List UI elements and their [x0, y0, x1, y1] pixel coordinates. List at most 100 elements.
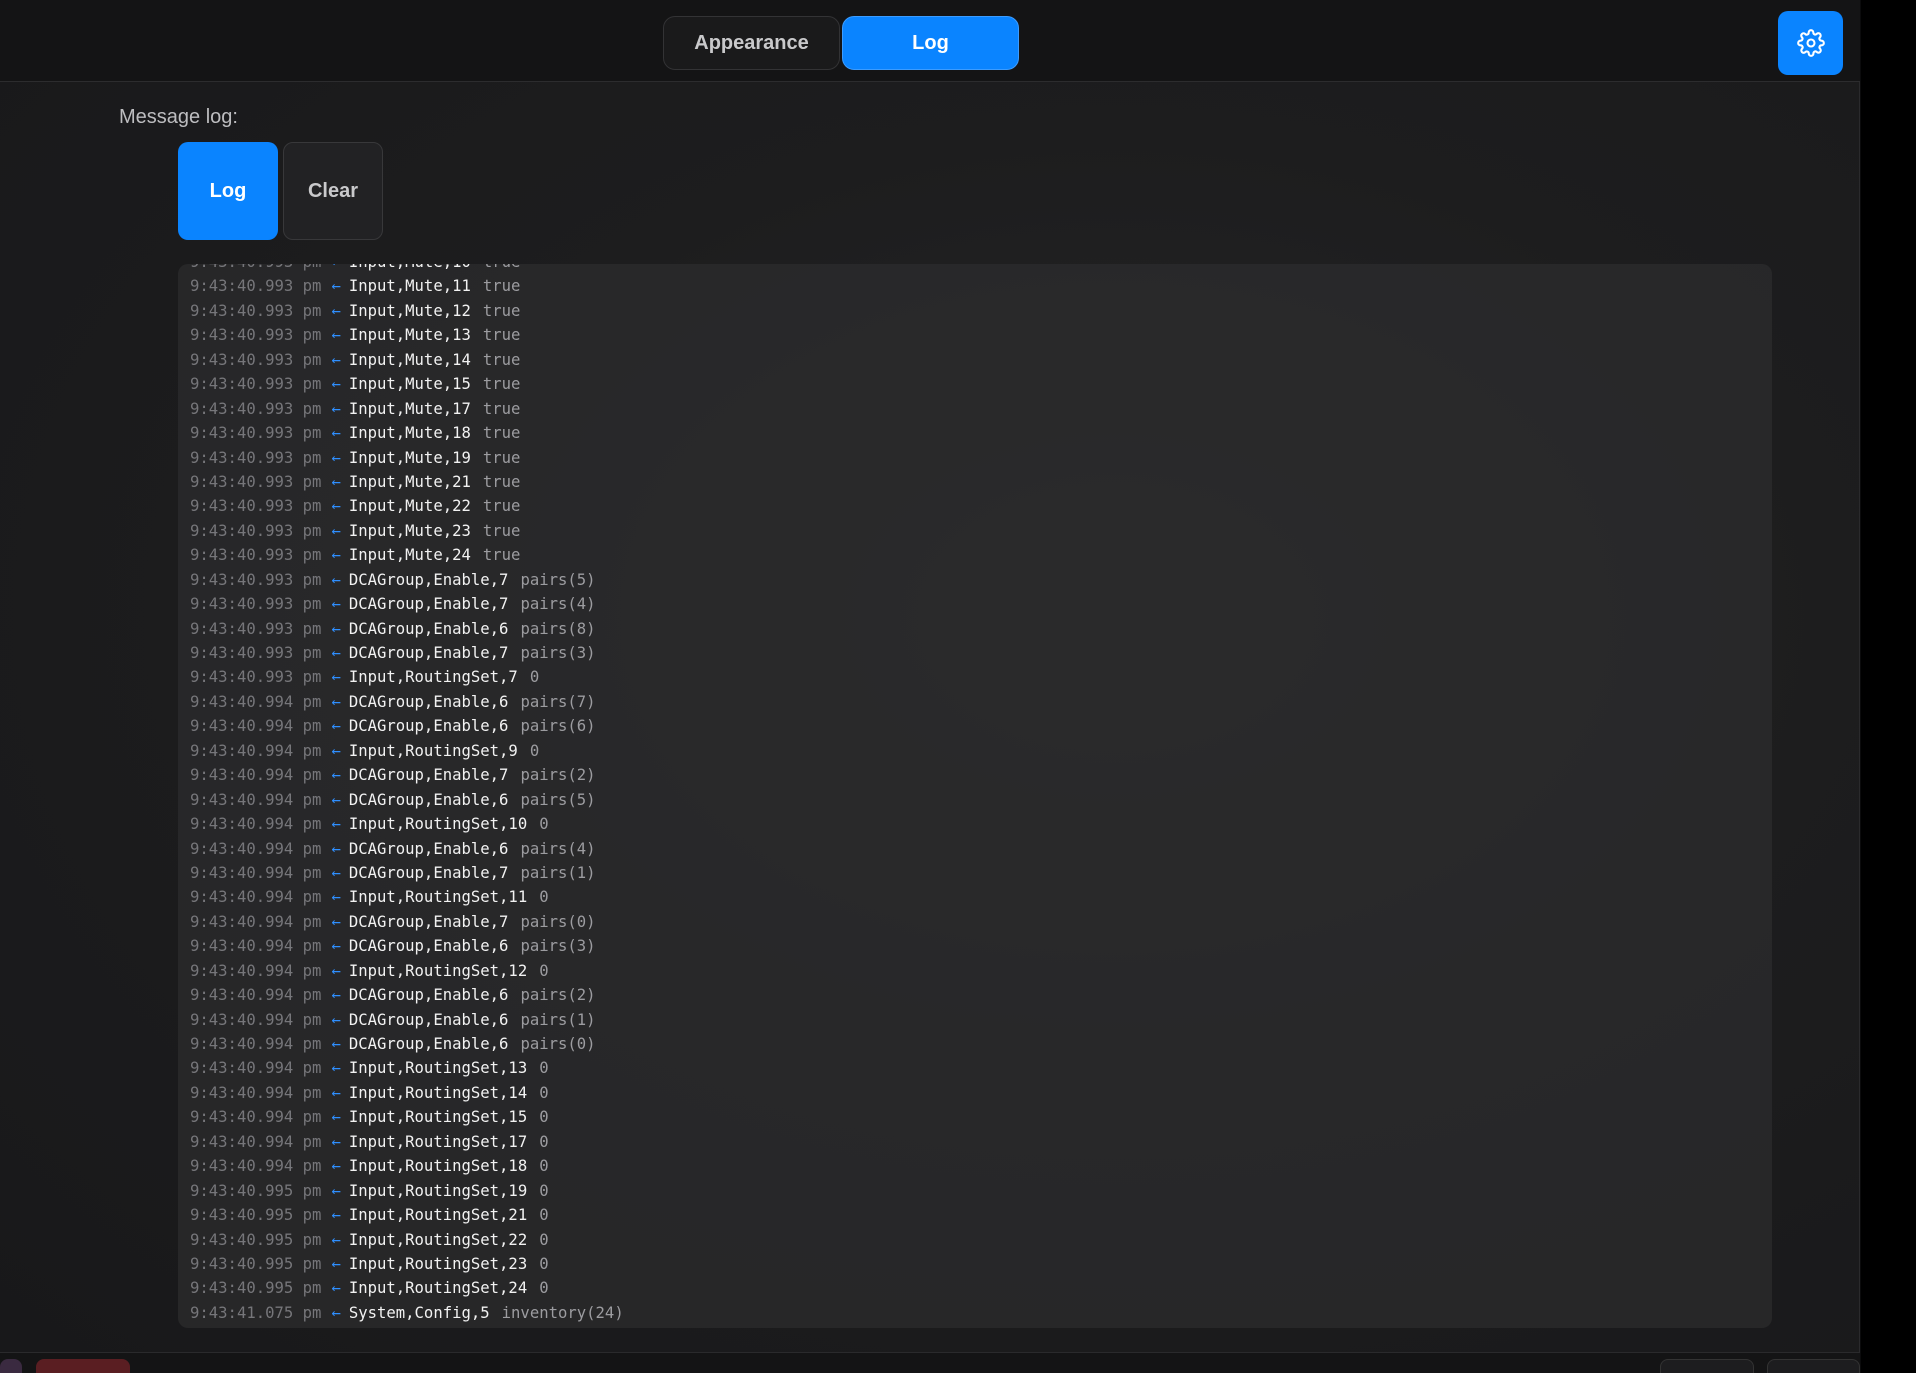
log-value: true — [482, 424, 521, 443]
log-value: true — [482, 448, 521, 467]
log-line: 9:43:40.994 pm ← Input,RoutingSet,18 0 — [190, 1154, 1772, 1178]
log-value: true — [482, 472, 521, 491]
log-value: pairs(8) — [520, 619, 596, 638]
log-value: 0 — [529, 668, 540, 687]
log-message: DCAGroup,Enable,7 — [348, 595, 509, 614]
log-timestamp: 9:43:40.993 pm — [190, 472, 322, 491]
bottom-bar — [0, 1352, 1860, 1373]
tab-log[interactable]: Log — [842, 16, 1019, 70]
log-line: 9:43:40.993 pm ← Input,Mute,13 true — [190, 323, 1772, 347]
log-value: pairs(2) — [520, 986, 596, 1005]
incoming-arrow-icon: ← — [331, 1010, 341, 1029]
tab-appearance[interactable]: Appearance — [663, 16, 840, 70]
incoming-arrow-icon: ← — [331, 326, 341, 345]
log-message: DCAGroup,Enable,7 — [348, 766, 509, 785]
log-value: pairs(3) — [520, 644, 596, 662]
tab-bar: Appearance Log — [663, 16, 1019, 70]
incoming-arrow-icon: ← — [331, 1059, 341, 1078]
log-line: 9:43:40.994 pm ← Input,RoutingSet,13 0 — [190, 1056, 1772, 1080]
incoming-arrow-icon: ← — [331, 399, 341, 418]
incoming-arrow-icon: ← — [331, 1181, 341, 1200]
log-timestamp: 9:43:40.994 pm — [190, 717, 322, 736]
incoming-arrow-icon: ← — [331, 1083, 341, 1102]
log-button[interactable]: Log — [178, 142, 278, 240]
incoming-arrow-icon: ← — [331, 497, 341, 516]
bottom-tab[interactable] — [1767, 1359, 1860, 1373]
incoming-arrow-icon: ← — [331, 912, 341, 931]
incoming-arrow-icon: ← — [331, 375, 341, 394]
log-line: 9:43:40.993 pm ← DCAGroup,Enable,7 pairs(3) — [190, 641, 1772, 665]
log-value: true — [482, 546, 521, 565]
log-timestamp: 9:43:40.994 pm — [190, 1108, 322, 1127]
log-line: 9:43:40.994 pm ← Input,RoutingSet,14 0 — [190, 1081, 1772, 1105]
log-message: DCAGroup,Enable,6 — [348, 1035, 509, 1053]
log-value: 0 — [539, 1132, 549, 1151]
log-timestamp: 9:43:40.994 pm — [190, 1059, 322, 1078]
incoming-arrow-icon: ← — [331, 521, 341, 540]
incoming-arrow-icon: ← — [331, 863, 341, 882]
log-timestamp: 9:43:40.994 pm — [190, 839, 322, 858]
log-value: true — [482, 521, 521, 540]
log-message: Input,Mute,19 — [348, 448, 471, 467]
log-line: 9:43:40.994 pm ← DCAGroup,Enable,7 pairs(0) — [190, 910, 1772, 934]
log-value: true — [482, 399, 521, 418]
incoming-arrow-icon: ← — [331, 717, 341, 736]
log-timestamp: 9:43:40.994 pm — [190, 766, 322, 785]
log-line: 9:43:40.993 pm ← Input,Mute,15 true — [190, 372, 1772, 396]
message-log-panel[interactable]: 9:43:40.993 pm←Input,Mute,10true9:43:40.… — [178, 264, 1772, 1328]
incoming-arrow-icon: ← — [331, 1132, 341, 1151]
log-message: Input,RoutingSet,11 — [348, 888, 528, 907]
incoming-arrow-icon: ← — [331, 448, 341, 467]
log-line: 9:43:40.993 pm ← Input,Mute,17 true — [190, 397, 1772, 421]
incoming-arrow-icon: ← — [331, 766, 341, 785]
log-message: DCAGroup,Enable,6 — [348, 1010, 509, 1029]
log-value: 0 — [539, 1206, 549, 1225]
log-message: DCAGroup,Enable,6 — [348, 692, 509, 711]
log-timestamp: 9:43:40.994 pm — [190, 692, 322, 711]
bottom-tab[interactable] — [0, 1359, 22, 1373]
log-message: Input,RoutingSet,9 — [348, 741, 518, 760]
log-message: Input,RoutingSet,19 — [348, 1181, 528, 1200]
log-line: 9:43:40.993 pm ← DCAGroup,Enable,7 pairs(4) — [190, 592, 1772, 616]
log-line: 9:43:40.993 pm ← Input,Mute,23 true — [190, 519, 1772, 543]
log-message: Input,Mute,13 — [348, 326, 471, 345]
log-value: true — [482, 497, 521, 516]
log-line: 9:43:40.994 pm ← DCAGroup,Enable,6 pairs(6) — [190, 714, 1772, 738]
log-timestamp: 9:43:40.993 pm — [190, 277, 322, 296]
log-line: 9:43:40.994 pm ← DCAGroup,Enable,6 pairs(5) — [190, 788, 1772, 812]
log-message: DCAGroup,Enable,6 — [348, 790, 509, 809]
log-timestamp: 9:43:40.993 pm — [190, 326, 322, 345]
log-timestamp: 9:43:40.993 pm — [190, 570, 322, 589]
log-line: 9:43:40.994 pm ← DCAGroup,Enable,7 pairs(1) — [190, 861, 1772, 885]
log-timestamp: 9:43:40.995 pm — [190, 1206, 322, 1225]
log-value: true — [482, 277, 521, 296]
log-line: 9:43:40.993 pm ← Input,Mute,21 true — [190, 470, 1772, 494]
log-message: Input,Mute,15 — [348, 375, 471, 394]
bottom-tab[interactable] — [36, 1359, 130, 1373]
log-value: 0 — [539, 1083, 549, 1102]
incoming-arrow-icon: ← — [331, 595, 341, 614]
bottom-tab[interactable] — [1660, 1359, 1754, 1373]
log-timestamp: 9:43:40.993 pm — [190, 668, 322, 687]
message-log-list: 9:43:40.993 pm←Input,Mute,10true9:43:40.… — [190, 264, 1772, 1325]
log-line: 9:43:40.995 pm ← Input,RoutingSet,21 0 — [190, 1203, 1772, 1227]
log-timestamp: 9:43:40.993 pm — [190, 497, 322, 516]
log-timestamp: 9:43:40.993 pm — [190, 350, 322, 369]
log-message: DCAGroup,Enable,6 — [348, 937, 509, 956]
log-value: true — [482, 350, 521, 369]
log-timestamp: 9:43:40.993 pm — [190, 595, 322, 614]
log-message: Input,RoutingSet,15 — [348, 1108, 528, 1127]
log-value: 0 — [539, 1279, 549, 1298]
clear-button[interactable]: Clear — [283, 142, 383, 240]
incoming-arrow-icon: ← — [331, 1206, 341, 1225]
log-value: 0 — [529, 741, 540, 760]
log-line: 9:43:40.994 pm ← DCAGroup,Enable,6 pairs(0) — [190, 1032, 1772, 1056]
log-message: Input,Mute,18 — [348, 424, 471, 443]
log-line: 9:43:40.993 pm ← DCAGroup,Enable,6 pairs(8) — [190, 617, 1772, 641]
log-message: Input,Mute,24 — [348, 546, 471, 565]
log-message: Input,Mute,10 — [349, 264, 471, 271]
log-line: 9:43:40.994 pm ← DCAGroup,Enable,6 pairs(4) — [190, 837, 1772, 861]
settings-button[interactable] — [1778, 11, 1843, 75]
log-value: pairs(5) — [520, 570, 596, 589]
log-line: 9:43:40.994 pm ← DCAGroup,Enable,6 pairs(2) — [190, 983, 1772, 1007]
